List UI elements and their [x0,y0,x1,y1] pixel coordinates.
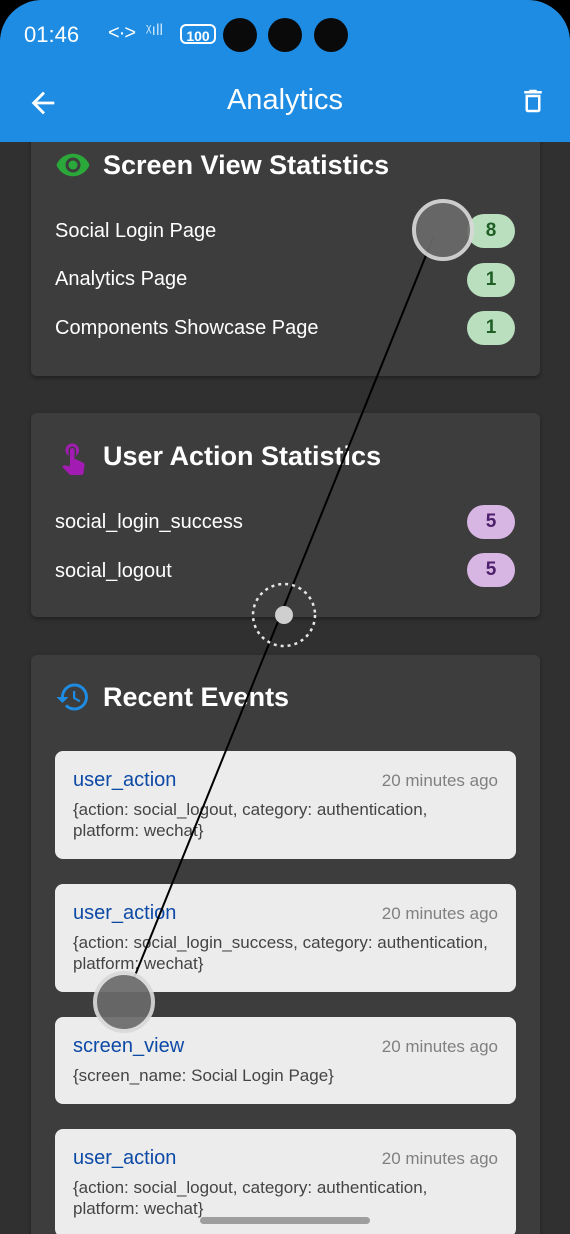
battery-icon: 100 [180,24,216,44]
count-badge: 5 [467,553,515,587]
trash-icon[interactable] [518,84,548,118]
stat-label: social_logout [55,560,172,582]
page-title: Analytics [226,84,344,116]
stat-label: social_login_success [55,511,243,533]
event-detail: {screen_name: Social Login Page} [73,1066,334,1085]
recent-events-card: Recent Events user_action 20 minutes ago… [31,655,540,1234]
stat-label: Components Showcase Page [55,317,319,339]
status-bar: 01:46 <·> ᵡıll 100 [0,0,570,70]
event-item[interactable]: screen_view 20 minutes ago {screen_name:… [55,1017,516,1104]
network-icon: <·> [108,22,136,44]
event-type: user_action [73,902,177,924]
camera-cutout [223,18,257,52]
stat-label: Social Login Page [55,220,217,242]
count-badge: 5 [467,505,515,539]
event-time: 20 minutes ago [381,1037,498,1056]
eye-icon [56,153,90,177]
phone-screen: 01:46 <·> ᵡıll 100 Analytics Screen View… [0,0,570,1234]
top-bar: 01:46 <·> ᵡıll 100 Analytics [0,0,570,142]
event-time: 20 minutes ago [381,771,498,790]
status-time: 01:46 [24,22,80,47]
count-badge: 1 [467,311,515,345]
event-time: 20 minutes ago [381,904,498,923]
card-title: Recent Events [103,682,290,712]
event-detail: {action: social_logout, category: authen… [73,1178,428,1218]
event-time: 20 minutes ago [381,1149,498,1168]
count-badge: 8 [467,214,515,248]
event-type: screen_view [73,1035,185,1057]
event-detail: {action: social_login_success, category:… [73,933,488,973]
touch-icon [62,443,85,475]
event-type: user_action [73,1147,177,1169]
card-title: User Action Statistics [103,441,382,471]
signal-icon: ᵡıll [146,22,164,39]
app-bar: Analytics [0,70,570,142]
home-indicator[interactable] [200,1217,370,1224]
screen-view-stats-card: Screen View Statistics Social Login Page… [31,128,540,376]
camera-cutout [268,18,302,52]
card-title: Screen View Statistics [103,150,390,180]
count-badge: 1 [467,263,515,297]
event-item[interactable]: user_action 20 minutes ago {action: soci… [55,751,516,859]
event-type: user_action [73,769,177,791]
user-action-stats-card: User Action Statistics social_login_succ… [31,413,540,617]
stat-label: Analytics Page [55,268,188,290]
event-item[interactable]: user_action 20 minutes ago {action: soci… [55,884,516,992]
history-icon [56,683,88,711]
camera-cutout [314,18,348,52]
event-detail: {action: social_logout, category: authen… [73,800,428,840]
